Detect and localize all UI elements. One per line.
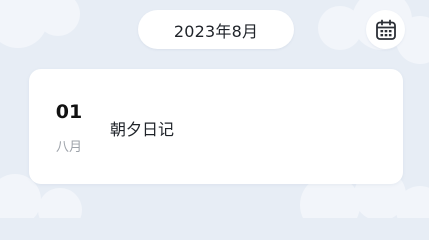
entry-month: 八月 <box>55 140 82 155</box>
entry-day: 01 <box>55 101 83 123</box>
diary-screen: { "header": { "month_label": "2023年8月", … <box>0 0 429 218</box>
month-selector[interactable]: 2023年8月 <box>138 10 294 49</box>
month-label: 2023年8月 <box>173 21 259 41</box>
calendar-button[interactable] <box>366 10 405 49</box>
entry-title: 朝夕日记 <box>110 120 175 139</box>
diary-entry-card[interactable] <box>29 69 403 184</box>
calendar-icon <box>375 19 396 40</box>
